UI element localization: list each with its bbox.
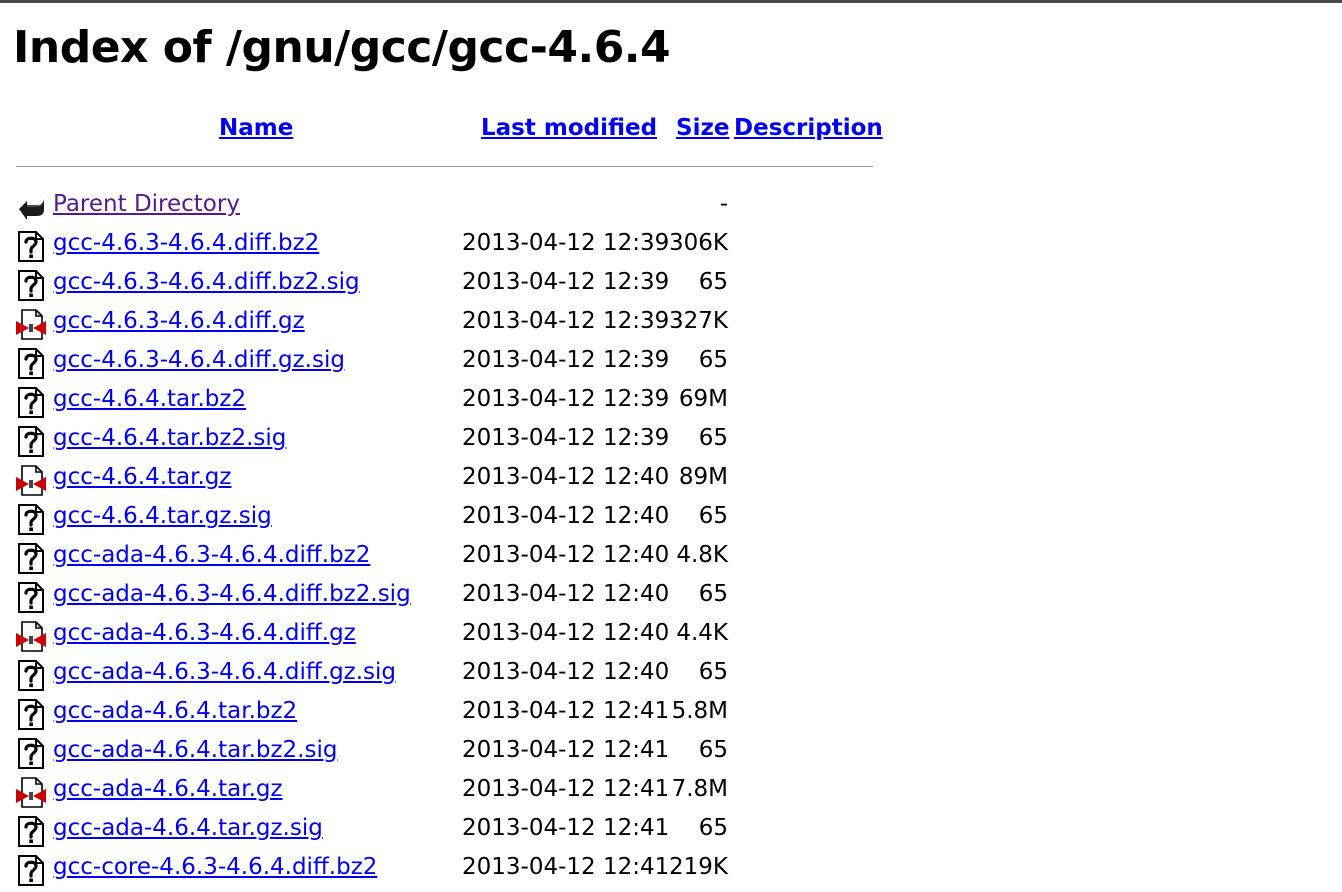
file-link[interactable]: gcc-ada-4.6.3-4.6.4.diff.bz2 (53, 542, 370, 568)
file-size: 65 (698, 503, 728, 529)
file-link[interactable]: gcc-ada-4.6.4.tar.bz2.sig (53, 737, 337, 763)
file-row: gcc-ada-4.6.3-4.6.4.diff.bz2.sig 2013-04-… (16, 577, 876, 616)
file-last-modified: 2013-04-12 12:39 (462, 269, 670, 295)
unknown-file-icon (16, 504, 46, 535)
file-link[interactable]: gcc-4.6.4.tar.bz2.sig (53, 425, 286, 451)
unknown-file-icon (16, 426, 46, 457)
file-link[interactable]: gcc-core-4.6.3-4.6.4.diff.bz2 (53, 854, 377, 880)
file-size: 65 (698, 581, 728, 607)
file-last-modified: 2013-04-12 12:41 (462, 698, 670, 724)
file-link[interactable]: gcc-4.6.4.tar.gz (53, 464, 231, 490)
file-row: gcc-4.6.3-4.6.4.diff.gz.sig 2013-04-12 12… (16, 343, 876, 382)
file-row: gcc-4.6.4.tar.gz 2013-04-12 12:40 89M (16, 460, 876, 499)
file-row: gcc-ada-4.6.4.tar.bz2 2013-04-12 12:41 5.8… (16, 694, 876, 733)
file-size: 65 (698, 347, 728, 373)
sort-by-last-modified-link[interactable]: Last modified (481, 115, 657, 141)
file-link[interactable]: gcc-ada-4.6.3-4.6.4.diff.gz (53, 620, 356, 646)
file-link[interactable]: gcc-ada-4.6.4.tar.gz.sig (53, 815, 323, 841)
file-last-modified: 2013-04-12 12:41 (462, 815, 670, 841)
listing-header: Name Last modified Size Description (16, 112, 883, 156)
file-link[interactable]: gcc-4.6.3-4.6.4.diff.bz2 (53, 230, 319, 256)
file-row: gcc-4.6.3-4.6.4.diff.bz2.sig 2013-04-12 1… (16, 265, 876, 304)
header-divider (16, 166, 873, 167)
unknown-file-icon (16, 660, 46, 691)
file-last-modified: 2013-04-12 12:40 (462, 503, 670, 529)
file-last-modified: 2013-04-12 12:41 (462, 776, 670, 802)
file-row: gcc-4.6.4.tar.bz2.sig 2013-04-12 12:39 65 (16, 421, 876, 460)
file-last-modified: 2013-04-12 12:40 (462, 542, 670, 568)
file-link[interactable]: gcc-4.6.4.tar.gz.sig (53, 503, 272, 529)
file-last-modified: 2013-04-12 12:40 (462, 659, 670, 685)
unknown-file-icon (16, 816, 46, 847)
sort-by-description-link[interactable]: Description (734, 115, 883, 141)
file-size: 4.4K (676, 620, 728, 646)
file-size: 65 (698, 659, 728, 685)
file-size: 65 (698, 425, 728, 451)
parent-directory-link[interactable]: Parent Directory (53, 191, 240, 217)
file-last-modified: 2013-04-12 12:41 (462, 737, 670, 763)
file-size: 5.8M (671, 698, 728, 724)
file-last-modified: 2013-04-12 12:39 (462, 347, 670, 373)
file-row: gcc-4.6.3-4.6.4.diff.gz 2013-04-12 12:39 3… (16, 304, 876, 343)
file-size: 7.8M (671, 776, 728, 802)
file-size: 327K (669, 308, 728, 334)
unknown-file-icon (16, 231, 46, 262)
sort-by-name-link[interactable]: Name (219, 115, 293, 141)
file-last-modified: 2013-04-12 12:40 (462, 464, 670, 490)
unknown-file-icon (16, 699, 46, 730)
file-link[interactable]: gcc-ada-4.6.4.tar.bz2 (53, 698, 297, 724)
file-link[interactable]: gcc-4.6.3-4.6.4.diff.bz2.sig (53, 269, 360, 295)
unknown-file-icon (16, 855, 46, 886)
file-link[interactable]: gcc-4.6.3-4.6.4.diff.gz (53, 308, 305, 334)
file-row: gcc-4.6.3-4.6.4.diff.bz2 2013-04-12 12:39… (16, 226, 876, 265)
file-last-modified: 2013-04-12 12:39 (462, 386, 670, 412)
file-size: 219K (669, 854, 728, 880)
unknown-file-icon (16, 543, 46, 574)
file-last-modified: 2013-04-12 12:41 (462, 854, 670, 880)
file-last-modified: 2013-04-12 12:40 (462, 581, 670, 607)
file-size: 89M (678, 464, 728, 490)
unknown-file-icon (16, 387, 46, 418)
compressed-file-icon (16, 309, 46, 340)
file-link[interactable]: gcc-4.6.3-4.6.4.diff.gz.sig (53, 347, 345, 373)
file-size: 69M (678, 386, 728, 412)
file-link[interactable]: gcc-ada-4.6.4.tar.gz (53, 776, 283, 802)
unknown-file-icon (16, 348, 46, 379)
compressed-file-icon (16, 621, 46, 652)
file-row: gcc-ada-4.6.3-4.6.4.diff.bz2 2013-04-12 1… (16, 538, 876, 577)
file-size: 306K (669, 230, 728, 256)
file-last-modified: 2013-04-12 12:39 (462, 308, 670, 334)
page-title: Index of /gnu/gcc/gcc-4.6.4 (13, 22, 671, 73)
file-last-modified: 2013-04-12 12:39 (462, 425, 670, 451)
file-row: gcc-ada-4.6.4.tar.gz 2013-04-12 12:41 7.8M (16, 772, 876, 811)
file-last-modified: 2013-04-12 12:39 (462, 230, 670, 256)
file-row: gcc-ada-4.6.4.tar.bz2.sig 2013-04-12 12:4… (16, 733, 876, 772)
compressed-file-icon (16, 465, 46, 496)
unknown-file-icon (16, 738, 46, 769)
file-link[interactable]: gcc-ada-4.6.3-4.6.4.diff.bz2.sig (53, 581, 411, 607)
parent-directory-row: Parent Directory - (16, 187, 876, 226)
file-last-modified: 2013-04-12 12:40 (462, 620, 670, 646)
unknown-file-icon (16, 270, 46, 301)
file-rows: gcc-4.6.3-4.6.4.diff.bz2 2013-04-12 12:39… (16, 226, 876, 889)
file-row: gcc-4.6.4.tar.bz2 2013-04-12 12:39 69M (16, 382, 876, 421)
file-row: gcc-ada-4.6.4.tar.gz.sig 2013-04-12 12:41… (16, 811, 876, 850)
file-link[interactable]: gcc-4.6.4.tar.bz2 (53, 386, 246, 412)
sort-by-size-link[interactable]: Size (676, 115, 729, 141)
file-size: 65 (698, 269, 728, 295)
file-listing: Name Last modified Size Description Pare… (16, 112, 883, 889)
back-icon (16, 192, 46, 223)
file-link[interactable]: gcc-ada-4.6.3-4.6.4.diff.gz.sig (53, 659, 396, 685)
file-row: gcc-ada-4.6.3-4.6.4.diff.gz.sig 2013-04-1… (16, 655, 876, 694)
file-row: gcc-4.6.4.tar.gz.sig 2013-04-12 12:40 65 (16, 499, 876, 538)
unknown-file-icon (16, 582, 46, 613)
parent-size: - (719, 191, 728, 217)
file-size: 65 (698, 737, 728, 763)
file-row: gcc-core-4.6.3-4.6.4.diff.bz2 2013-04-12 … (16, 850, 876, 889)
file-size: 65 (698, 815, 728, 841)
file-size: 4.8K (676, 542, 728, 568)
compressed-file-icon (16, 777, 46, 808)
file-row: gcc-ada-4.6.3-4.6.4.diff.gz 2013-04-12 12… (16, 616, 876, 655)
